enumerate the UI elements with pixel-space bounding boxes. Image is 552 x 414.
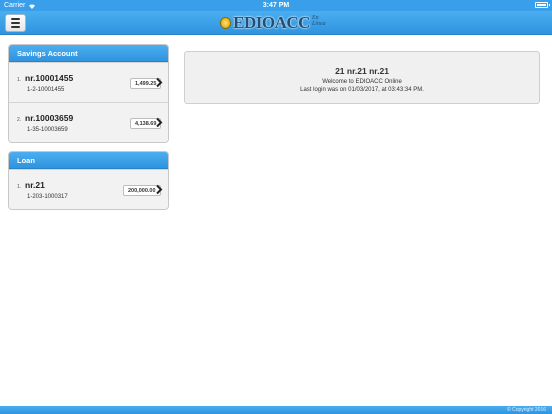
account-number: 1-2-10001455 bbox=[27, 87, 65, 93]
chevron-right-icon bbox=[156, 117, 163, 128]
chevron-right-icon bbox=[156, 77, 163, 88]
menu-button[interactable] bbox=[5, 14, 26, 32]
app-logo: EDIOACC En Línea bbox=[220, 12, 332, 34]
welcome-panel: 21 nr.21 nr.21 Welcome to EDIOACC Online… bbox=[184, 51, 540, 104]
logo-wordmark: EDIOACC bbox=[233, 13, 310, 32]
user-full-name: 21 nr.21 nr.21 bbox=[335, 66, 389, 76]
status-bar: Carrier 3:47 PM bbox=[0, 0, 552, 11]
loan-header: Loan bbox=[9, 152, 168, 169]
app-header: EDIOACC En Línea bbox=[0, 11, 552, 35]
savings-account-header: Savings Account bbox=[9, 45, 168, 62]
welcome-message: Welcome to EDIOACC Online bbox=[322, 79, 402, 85]
app-footer: © Copyright 2016 bbox=[0, 406, 552, 414]
row-index: 1. bbox=[17, 184, 22, 190]
savings-account-row[interactable]: 2. nr.10003659 1-35-10003659 4,138.69 bbox=[9, 102, 168, 142]
row-index: 2. bbox=[17, 117, 22, 123]
carrier-label: Carrier bbox=[4, 2, 26, 9]
loan-account-row[interactable]: 1. nr.21 1-203-1000317 200,000.00 bbox=[9, 169, 168, 209]
loan-panel: Loan 1. nr.21 1-203-1000317 200,000.00 bbox=[8, 151, 169, 210]
logo-tagline: En Línea bbox=[311, 15, 326, 27]
account-name: nr.10001455 bbox=[25, 73, 74, 83]
battery-icon bbox=[535, 2, 550, 8]
last-login-text: Last login was on 01/03/2017, at 03:43:3… bbox=[300, 87, 424, 93]
wifi-icon bbox=[29, 3, 36, 9]
savings-account-row[interactable]: 1. nr.10001455 1-2-10001455 1,499.25 bbox=[9, 62, 168, 102]
savings-account-panel: Savings Account 1. nr.10001455 1-2-10001… bbox=[8, 44, 169, 143]
seal-icon bbox=[220, 17, 232, 29]
copyright-text: © Copyright 2016 bbox=[507, 407, 546, 413]
hamburger-icon bbox=[11, 18, 20, 20]
account-name: nr.10003659 bbox=[25, 113, 74, 123]
status-time: 3:47 PM bbox=[262, 2, 290, 9]
row-index: 1. bbox=[17, 77, 22, 83]
account-number: 1-35-10003659 bbox=[27, 127, 68, 133]
chevron-right-icon bbox=[156, 184, 163, 195]
carrier-info: Carrier bbox=[4, 2, 36, 9]
account-name: nr.21 bbox=[25, 180, 45, 190]
account-number: 1-203-1000317 bbox=[27, 194, 68, 200]
